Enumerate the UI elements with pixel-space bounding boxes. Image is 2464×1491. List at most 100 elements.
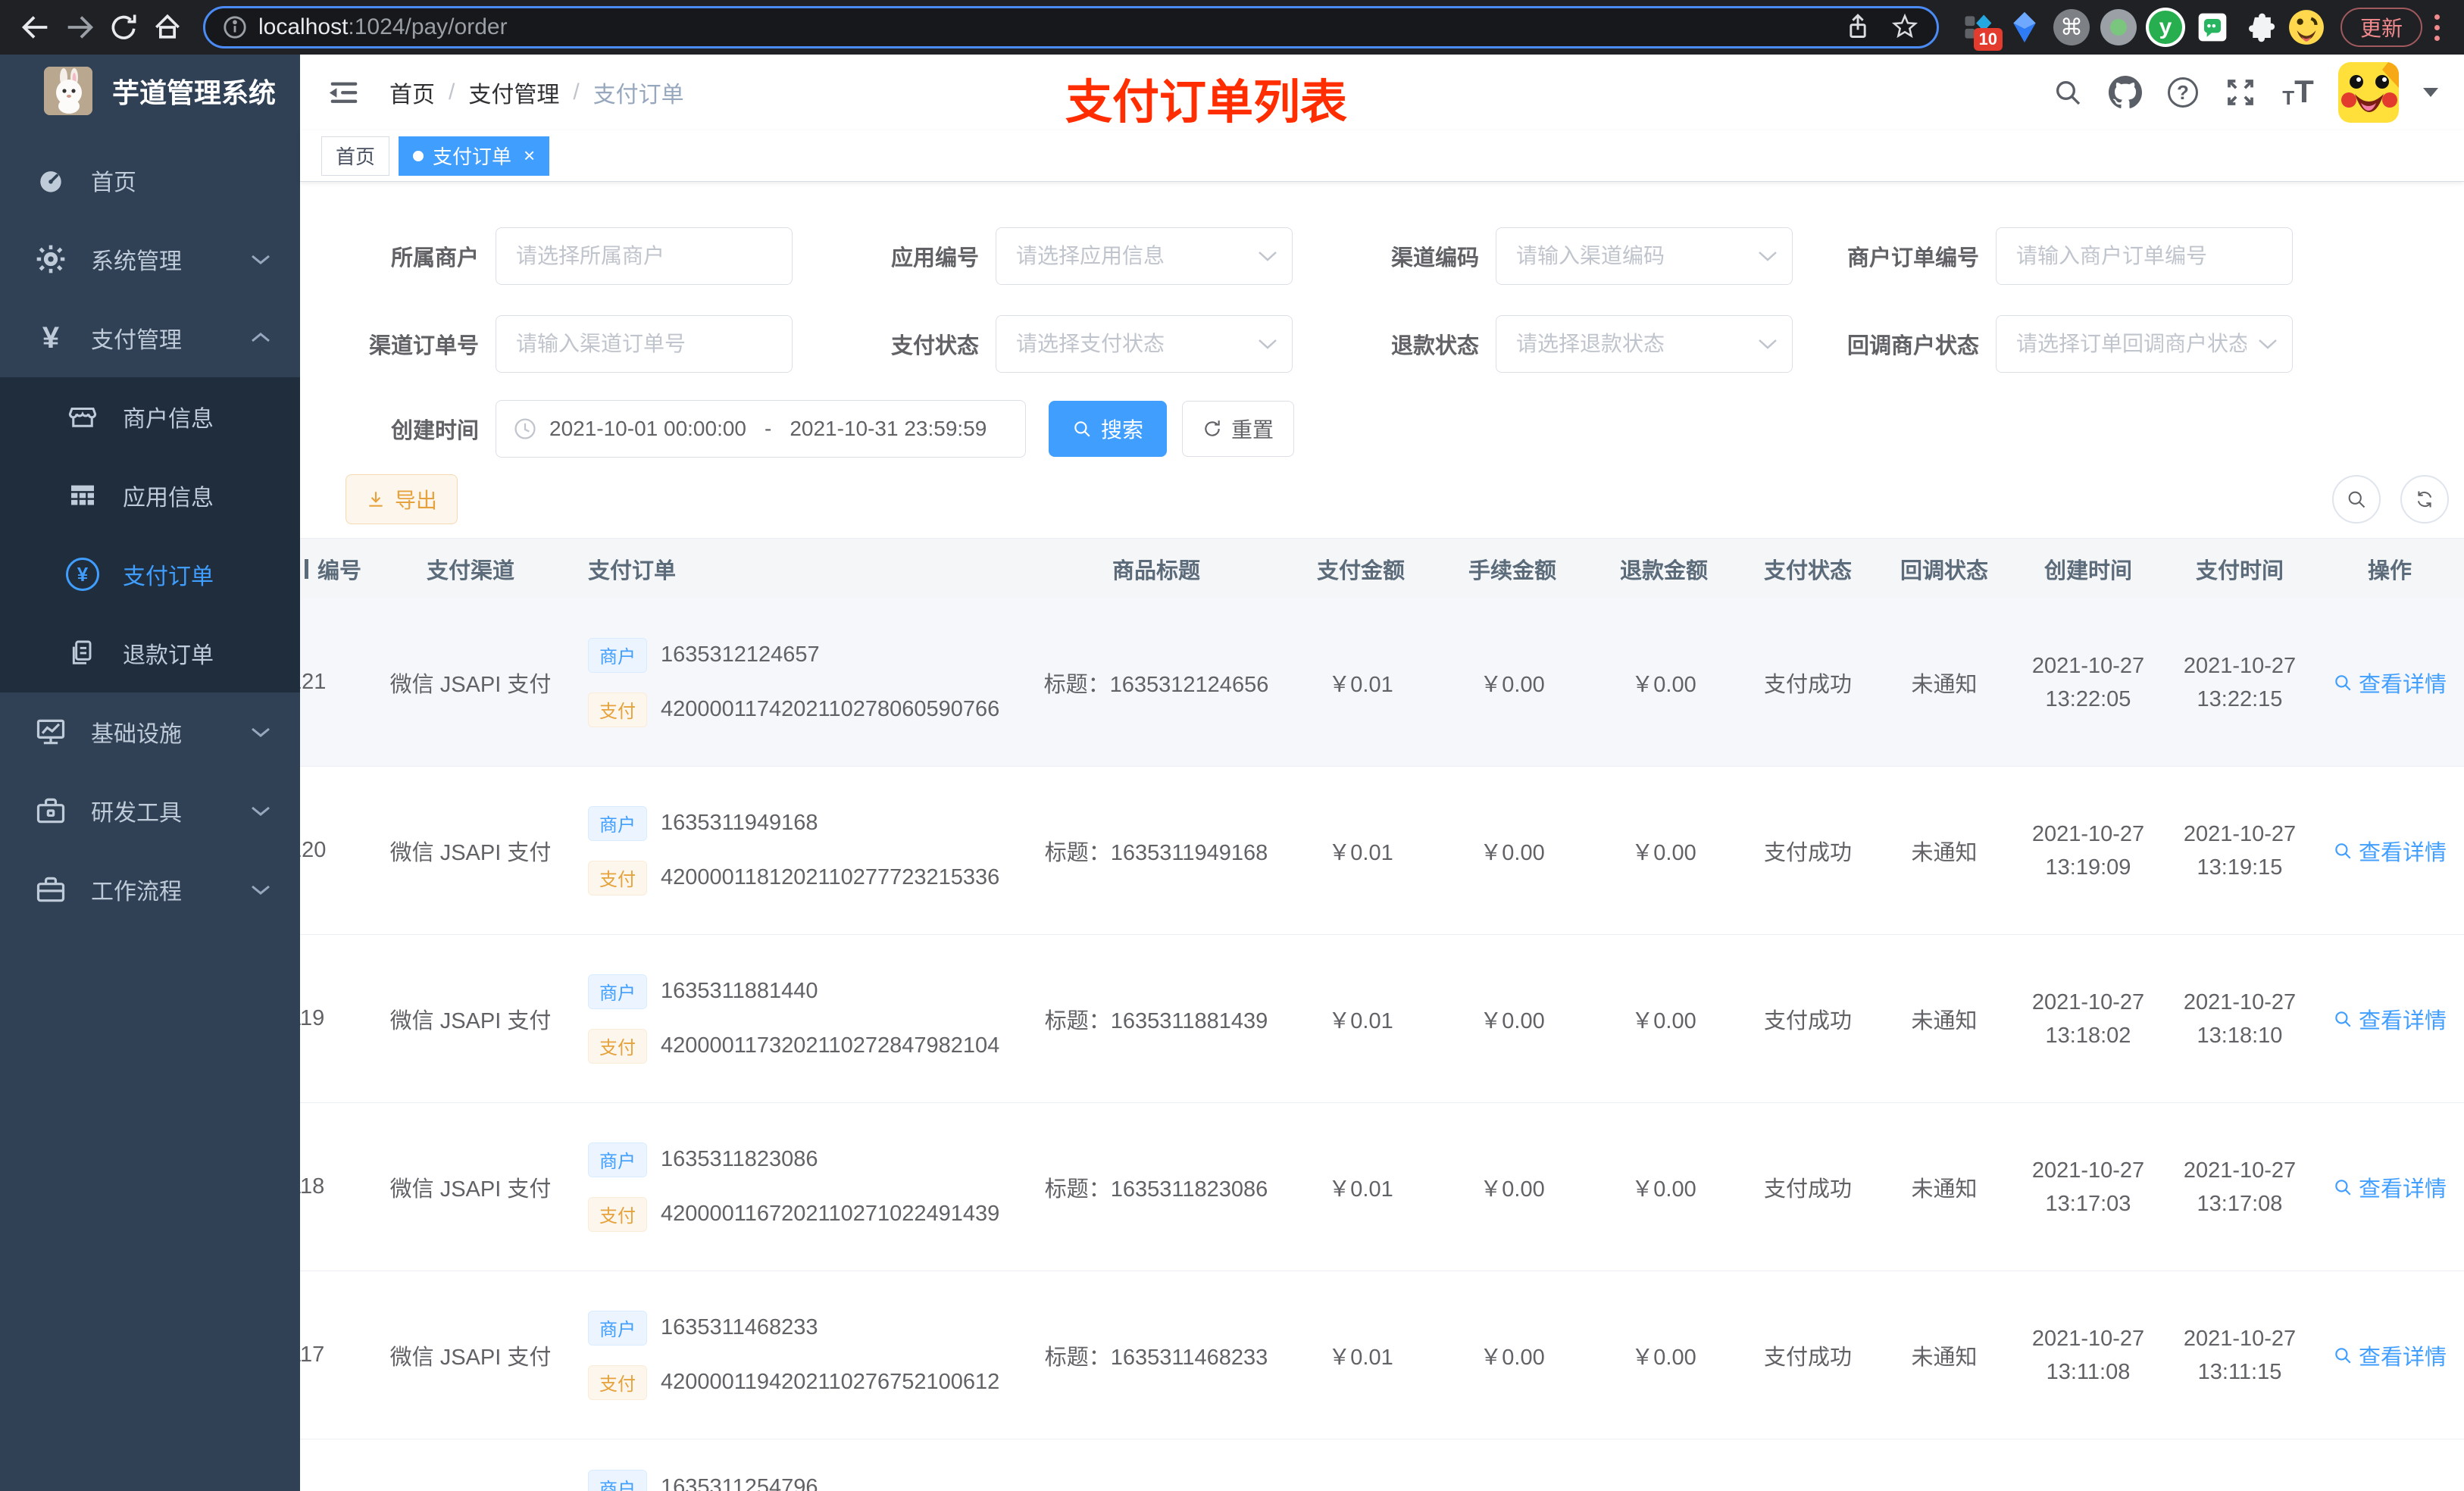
merchant-select[interactable] (496, 227, 793, 285)
pay-status-select[interactable] (996, 315, 1293, 373)
tag-close-icon[interactable]: × (524, 144, 535, 167)
header-search-icon[interactable] (2050, 75, 2085, 110)
view-detail-link[interactable]: 查看详情 (2333, 1339, 2447, 1371)
product-title: 标题：1635311823086 (1044, 1177, 1268, 1202)
avatar-caret-icon[interactable] (2423, 88, 2438, 97)
refresh-button[interactable] (2400, 475, 2449, 524)
channel-order-no-input[interactable] (496, 315, 793, 373)
chevron-down-icon (1258, 250, 1277, 262)
browser-menu-icon[interactable] (2434, 14, 2440, 41)
pay-channel: 微信 JSAPI 支付 (389, 672, 552, 697)
sidebar-item-pay-order[interactable]: ¥ 支付订单 (0, 535, 300, 614)
extension-chat-icon[interactable] (2190, 5, 2234, 49)
site-info-icon[interactable] (222, 14, 248, 40)
extensions-puzzle-icon[interactable] (2237, 5, 2281, 49)
pay-amount: ￥0.01 (1328, 840, 1393, 865)
notify-status: 未通知 (1911, 1008, 1978, 1033)
github-icon[interactable] (2108, 75, 2143, 110)
notify-status-select[interactable] (1996, 315, 2293, 373)
font-size-icon[interactable]: TT (2281, 73, 2315, 110)
col-pay-status: 支付状态 (1763, 558, 1852, 583)
refund-status-select[interactable] (1496, 315, 1793, 373)
app-select[interactable] (996, 227, 1293, 285)
app-logo-row[interactable]: 芋道管理系统 (0, 55, 300, 127)
home-icon[interactable] (145, 5, 189, 49)
view-detail-link[interactable]: 查看详情 (2333, 1003, 2447, 1035)
forward-icon[interactable] (58, 5, 102, 49)
chevron-down-icon (250, 883, 271, 896)
chevron-down-icon (250, 725, 271, 739)
fee-amount: ￥0.00 (1480, 840, 1545, 865)
pay-status: 支付成功 (1763, 1177, 1852, 1202)
fee-amount: ￥0.00 (1480, 1008, 1545, 1033)
url-bar[interactable]: localhost:1024/pay/order (203, 6, 1939, 48)
sidebar-item-system[interactable]: 系统管理 (0, 220, 300, 299)
tag-pay-order[interactable]: 支付订单 × (399, 136, 550, 176)
search-button[interactable]: 搜索 (1049, 401, 1168, 457)
col-channel: 支付渠道 (426, 558, 514, 583)
create-time: 2021-10-27 13:17:03 (2031, 1158, 2145, 1216)
export-button[interactable]: 导出 (346, 474, 458, 524)
refund-amount: ￥0.00 (1631, 1345, 1696, 1370)
create-time: 2021-10-27 13:22:05 (2031, 653, 2145, 711)
table-header: 编号 支付渠道 支付订单 商品标题 支付金额 手续金额 退款金额 支付状态 回调… (300, 538, 2464, 599)
merchant-order-no: 1635311254796 (661, 1474, 818, 1491)
sidebar-menu: 首页 系统管理 ¥ 支付管理 商户信息 应用信息 ¥ 支付订单 退款订单 基础设… (0, 141, 300, 929)
create-time-range-picker[interactable]: 2021-10-01 00:00:00 - 2021-10-31 23:59:5… (496, 400, 1026, 458)
sidebar-item-pay[interactable]: ¥ 支付管理 (0, 299, 300, 377)
tag-home[interactable]: 首页 (321, 136, 390, 176)
screen: localhost:1024/pay/order 10 ⌘ y 更新 芋道管理系… (0, 0, 2464, 1491)
breadcrumb-pay[interactable]: 支付管理 (468, 76, 559, 109)
sidebar-collapse-icon[interactable] (326, 74, 362, 111)
pay-time: 2021-10-27 13:18:10 (2183, 989, 2297, 1048)
back-icon[interactable] (14, 5, 58, 49)
toggle-search-button[interactable] (2332, 475, 2381, 524)
sidebar-item-workflow[interactable]: 工作流程 (0, 850, 300, 929)
profile-emoji-avatar[interactable] (2284, 5, 2328, 49)
user-avatar[interactable] (2338, 62, 2399, 123)
fullscreen-icon[interactable] (2223, 75, 2258, 110)
channel-code-select[interactable] (1496, 227, 1793, 285)
filter-row-1: 所属商户 应用编号 渠道编码 商户订单编号 (306, 227, 2464, 285)
order-id: 121 (300, 670, 327, 694)
extension-yudao-icon[interactable]: y (2143, 5, 2187, 49)
extension-balloon-icon[interactable] (2003, 5, 2047, 49)
tags-view-bar: 首页 支付订单 × (300, 130, 2464, 182)
view-detail-link[interactable]: 查看详情 (2333, 1171, 2447, 1203)
view-detail-link[interactable]: 查看详情 (2333, 835, 2447, 867)
sidebar-item-dev-tools[interactable]: 研发工具 (0, 771, 300, 850)
pay-amount: ￥0.01 (1328, 672, 1393, 697)
merchant-order-no: 1635311881440 (661, 979, 818, 1003)
navbar-actions: ? TT (2050, 62, 2438, 123)
help-icon[interactable]: ? (2165, 75, 2200, 110)
sidebar-item-merchant-info[interactable]: 商户信息 (0, 377, 300, 456)
pay-channel: 微信 JSAPI 支付 (389, 1177, 552, 1202)
date-start: 2021-10-01 00:00:00 (549, 417, 746, 440)
sidebar-item-app-info[interactable]: 应用信息 (0, 456, 300, 535)
pay-amount: ￥0.01 (1328, 1008, 1393, 1033)
sidebar-item-infrastructure[interactable]: 基础设施 (0, 692, 300, 771)
view-detail-link[interactable]: 查看详情 (2333, 667, 2447, 699)
gear-icon (33, 242, 68, 277)
merchant-order-no-input[interactable] (1996, 227, 2293, 285)
order-id: 117 (300, 1343, 325, 1367)
pay-tag: 支付 (588, 1028, 647, 1064)
sidebar-item-home[interactable]: 首页 (0, 141, 300, 220)
share-icon[interactable] (1843, 12, 1873, 42)
table-row: 118 微信 JSAPI 支付 商户 1635311823086 支付 420000… (300, 1103, 2464, 1271)
browser-update-button[interactable]: 更新 (2340, 8, 2422, 47)
bookmark-star-icon[interactable] (1890, 12, 1920, 42)
sidebar-item-refund-order[interactable]: 退款订单 (0, 614, 300, 692)
dashboard-icon (33, 163, 68, 198)
briefcase-icon (33, 872, 68, 907)
extension-record-icon[interactable] (2097, 5, 2140, 49)
extension-command-icon[interactable]: ⌘ (2050, 5, 2093, 49)
product-title: 标题：1635312124656 (1043, 672, 1269, 697)
reset-button[interactable]: 重置 (1182, 401, 1295, 457)
pay-order-cell: 商户 1635311881440 支付 4200001173202110272847… (558, 935, 1027, 1102)
col-create-time: 创建时间 (2043, 558, 2132, 583)
breadcrumb-home[interactable]: 首页 (389, 76, 435, 109)
col-id: 编号 (300, 539, 383, 599)
extension-tabs-icon[interactable]: 10 (1956, 5, 2003, 51)
reload-icon[interactable] (102, 5, 145, 49)
